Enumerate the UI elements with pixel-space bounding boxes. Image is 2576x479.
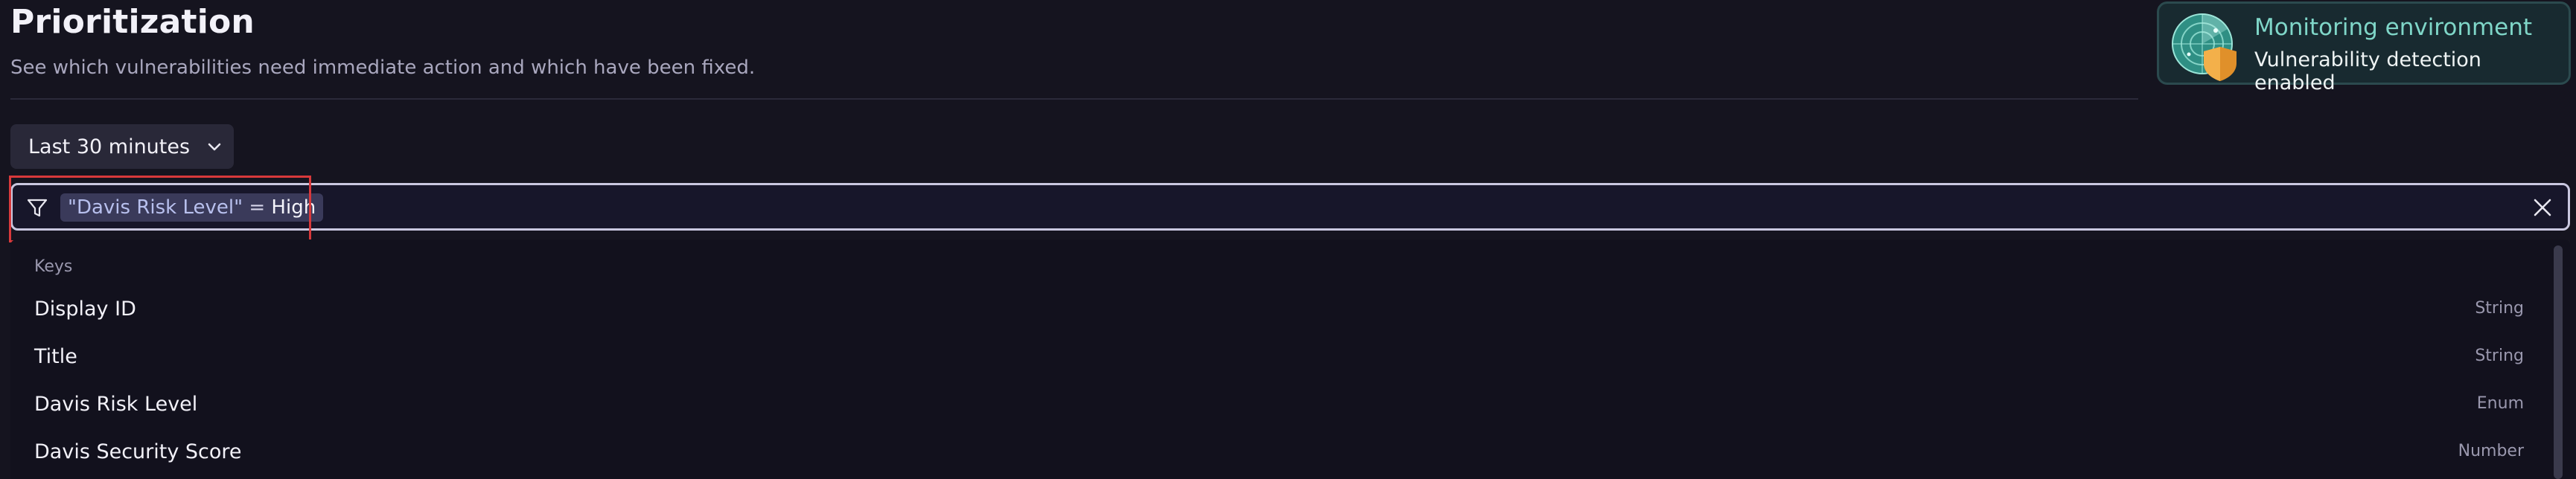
monitoring-title: Monitoring environment [2254,14,2533,41]
key-suggestions-panel: Keys Display ID String Title String Davi… [10,240,2570,479]
chevron-down-icon [208,143,221,151]
key-option-type: Enum [2476,394,2524,413]
key-option-title[interactable]: Title String [10,335,2549,381]
timeframe-label: Last 30 minutes [28,135,191,158]
page-title: Prioritization [10,3,255,41]
key-option-type: String [2475,347,2524,365]
filter-token[interactable]: "Davis Risk Level" = High [60,193,324,222]
key-option-label: Davis Risk Level [34,393,198,416]
key-option-display-id[interactable]: Display ID String [10,287,2549,333]
key-option-label: Davis Security Score [34,440,242,463]
filter-token-value: High [271,196,316,219]
filter-funnel-icon [27,199,48,217]
key-option-type: String [2475,299,2524,318]
key-option-type: Number [2458,442,2524,460]
key-option-label: Title [34,345,77,368]
header-divider [10,98,2138,100]
filter-token-key: "Davis Risk Level" [68,196,243,219]
monitoring-status: Vulnerability detection enabled [2254,48,2481,94]
timeframe-selector-button[interactable]: Last 30 minutes [10,124,234,169]
monitoring-card[interactable]: Monitoring environment Vulnerability det… [2157,1,2571,94]
keys-heading: Keys [34,257,73,276]
filter-token-operator: = [243,196,272,219]
key-option-davis-risk-level[interactable]: Davis Risk Level Enum [10,382,2549,428]
key-option-label: Display ID [34,298,136,321]
close-icon[interactable] [2531,196,2554,219]
key-option-davis-security-score[interactable]: Davis Security Score Number [10,430,2549,476]
filter-bar[interactable]: "Davis Risk Level" = High [10,183,2570,231]
page-subtitle: See which vulnerabilities need immediate… [10,57,756,79]
radar-shield-icon [2172,13,2237,81]
panel-scrollbar[interactable] [2554,245,2563,479]
